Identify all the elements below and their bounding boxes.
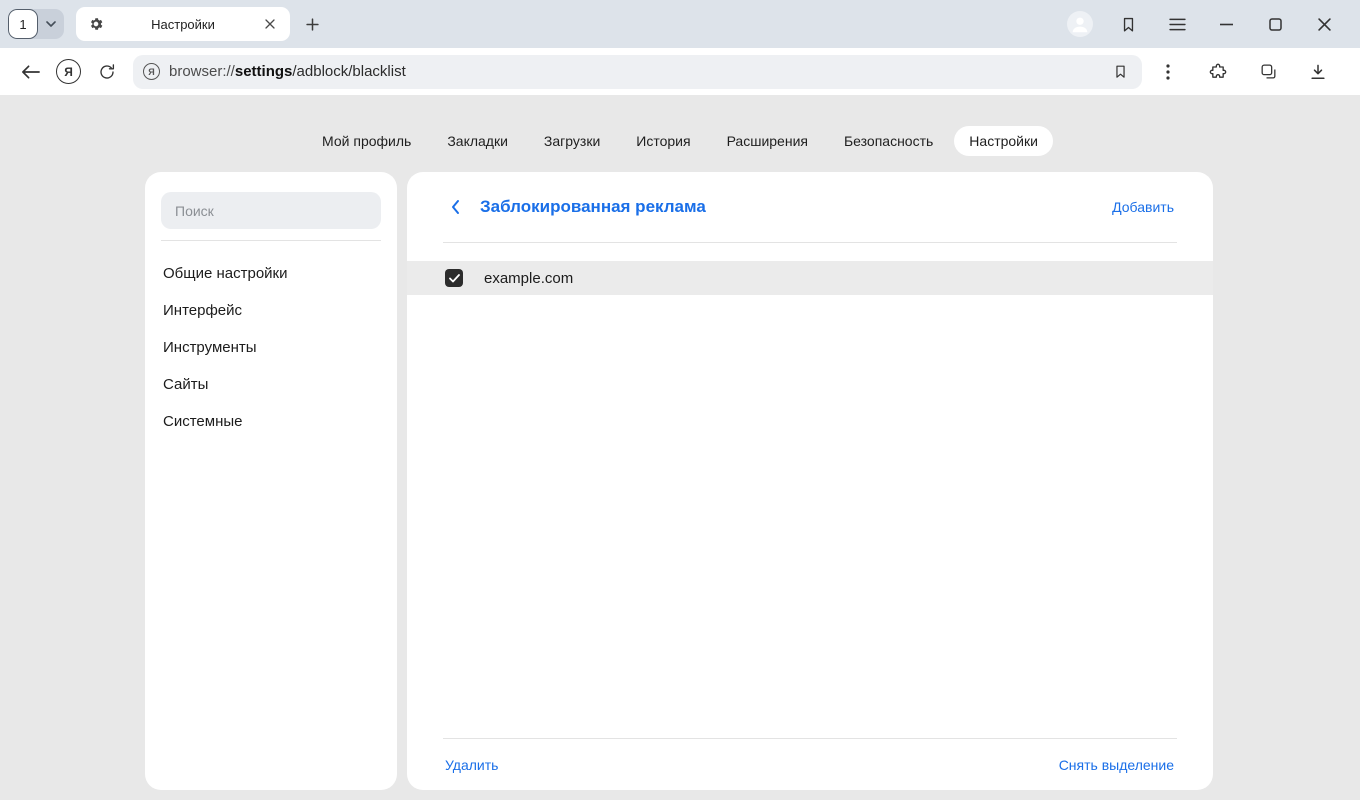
window-minimize-button[interactable] xyxy=(1212,10,1240,38)
url-prefix: browser:// xyxy=(169,63,235,80)
url-host: settings xyxy=(235,63,293,80)
sidebar-item-tools[interactable]: Инструменты xyxy=(161,329,381,366)
blacklist-header: Заблокированная реклама Добавить xyxy=(407,172,1213,242)
chevron-down-icon[interactable] xyxy=(38,21,64,27)
sidebar-item-interface[interactable]: Интерфейс xyxy=(161,292,381,329)
deselect-button[interactable]: Снять выделение xyxy=(1059,757,1174,773)
search-input[interactable] xyxy=(161,192,381,229)
extensions-puzzle-icon[interactable] xyxy=(1204,58,1232,86)
gear-icon xyxy=(86,10,106,38)
collections-icon[interactable] xyxy=(1254,58,1282,86)
nav-tab-bookmarks[interactable]: Закладки xyxy=(432,126,523,156)
sidebar-item-sites[interactable]: Сайты xyxy=(161,366,381,403)
blacklist-panel: Заблокированная реклама Добавить example… xyxy=(407,172,1213,790)
bookmark-flag-icon[interactable] xyxy=(1108,58,1132,86)
url-path: /adblock/blacklist xyxy=(292,63,405,80)
tab-strip: 1 Настройки xyxy=(0,0,1360,48)
nav-tab-downloads[interactable]: Загрузки xyxy=(529,126,615,156)
delete-button[interactable]: Удалить xyxy=(445,757,498,773)
settings-page: Мой профиль Закладки Загрузки История Ра… xyxy=(0,95,1360,800)
toolbar-right-icons xyxy=(1154,58,1344,86)
profile-avatar[interactable] xyxy=(1067,11,1093,37)
tab-count[interactable]: 1 xyxy=(8,9,38,39)
row-checkbox[interactable] xyxy=(445,269,463,287)
reload-icon[interactable] xyxy=(93,58,121,86)
nav-tab-profile[interactable]: Мой профиль xyxy=(307,126,426,156)
blacklist-footer: Удалить Снять выделение xyxy=(407,739,1213,790)
window-close-button[interactable] xyxy=(1310,10,1338,38)
add-button[interactable]: Добавить xyxy=(1112,199,1174,215)
address-bar[interactable]: Я browser://settings/adblock/blacklist xyxy=(133,55,1142,89)
settings-sidebar: Общие настройки Интерфейс Инструменты Са… xyxy=(145,172,397,790)
tab-counter-button[interactable]: 1 xyxy=(8,9,64,39)
tab-settings[interactable]: Настройки xyxy=(76,7,290,41)
bookmarks-icon[interactable] xyxy=(1114,10,1142,38)
row-domain: example.com xyxy=(484,270,573,287)
tab-title: Настройки xyxy=(106,17,260,32)
nav-tab-extensions[interactable]: Расширения xyxy=(712,126,823,156)
nav-tab-history[interactable]: История xyxy=(621,126,705,156)
tabstrip-right-controls xyxy=(1067,10,1338,38)
new-tab-button[interactable] xyxy=(298,10,326,38)
tab-close-icon[interactable] xyxy=(260,10,280,38)
settings-nav-tabs: Мой профиль Закладки Загрузки История Ра… xyxy=(0,126,1360,156)
sidebar-list: Общие настройки Интерфейс Инструменты Са… xyxy=(161,255,381,440)
more-menu-icon[interactable] xyxy=(1154,58,1182,86)
blacklist-list: example.com xyxy=(407,243,1213,738)
page-title: Заблокированная реклама xyxy=(480,197,1097,217)
window-maximize-button[interactable] xyxy=(1261,10,1289,38)
sidebar-divider xyxy=(161,240,381,241)
site-icon: Я xyxy=(143,63,160,80)
back-chevron-icon[interactable] xyxy=(445,195,465,219)
menu-hamburger-icon[interactable] xyxy=(1163,10,1191,38)
nav-tab-settings[interactable]: Настройки xyxy=(954,126,1053,156)
browser-toolbar: Я Я browser://settings/adblock/blacklist xyxy=(0,48,1360,95)
downloads-icon[interactable] xyxy=(1304,58,1332,86)
sidebar-item-general[interactable]: Общие настройки xyxy=(161,255,381,292)
url-text[interactable]: browser://settings/adblock/blacklist xyxy=(169,63,406,80)
list-item[interactable]: example.com xyxy=(407,261,1213,295)
yandex-home-icon[interactable]: Я xyxy=(56,59,81,84)
nav-tab-security[interactable]: Безопасность xyxy=(829,126,948,156)
sidebar-item-system[interactable]: Системные xyxy=(161,403,381,440)
back-icon[interactable] xyxy=(16,58,44,86)
